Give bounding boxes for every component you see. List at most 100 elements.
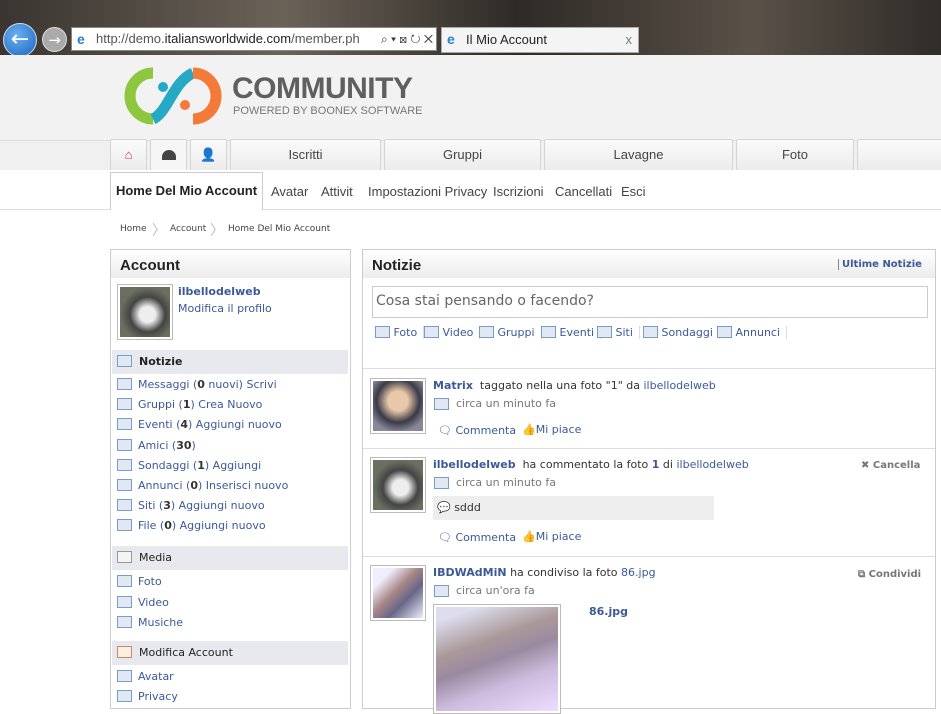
nav-lavagne[interactable]: Lavagne — [544, 139, 733, 170]
post-tool-sondaggi[interactable]: Sondaggi — [643, 326, 720, 339]
breadcrumb-home[interactable]: Home — [120, 224, 147, 234]
status-input[interactable]: Cosa stai pensando o facendo? — [372, 286, 928, 318]
feed-user-link[interactable]: ilbellodelweb — [433, 458, 516, 471]
photo-title-link[interactable]: 86.jpg — [589, 605, 628, 618]
nav-more[interactable] — [857, 139, 941, 170]
nav-dashboard[interactable] — [150, 139, 187, 171]
username-link[interactable]: ilbellodelweb — [178, 285, 261, 298]
item-count: 0 — [197, 378, 205, 391]
nav-profile[interactable]: 👤 — [190, 139, 227, 170]
like-button[interactable]: 👍Mi piace — [522, 530, 581, 543]
item-action[interactable]: Aggiungi nuovo — [192, 418, 282, 431]
nav-gruppi[interactable]: Gruppi — [384, 139, 541, 170]
post-tool-video[interactable]: Video — [424, 326, 481, 339]
back-button[interactable]: ← — [3, 23, 37, 57]
share-button[interactable]: ⧉ Condividi — [858, 569, 921, 580]
feed-target-link[interactable]: ilbellodelweb — [676, 458, 748, 471]
delete-label: Cancella — [872, 460, 921, 471]
logo-subtitle: POWERED BY BOONEX SOFTWARE — [233, 105, 423, 117]
feed-time: circa un'ora fa — [456, 584, 535, 597]
comment-button[interactable]: 🗨 Commenta — [438, 531, 516, 544]
photo-icon — [117, 575, 132, 587]
feed-avatar[interactable] — [370, 378, 426, 434]
subnav-attivita[interactable]: Attivit — [321, 184, 353, 199]
feed-target-link[interactable]: ilbellodelweb — [643, 379, 715, 392]
breadcrumb-account[interactable]: Account — [170, 224, 206, 234]
item-label[interactable]: Amici ( — [138, 439, 176, 452]
address-tools[interactable]: ⌕ ▾ ⊠ ↻ ✕ — [377, 28, 433, 50]
forward-button[interactable]: → — [42, 27, 67, 52]
post-tool-siti[interactable]: Siti — [597, 326, 640, 339]
sidebar-item-avatar[interactable]: Avatar — [117, 670, 174, 683]
nav-iscritti[interactable]: Iscritti — [230, 139, 381, 170]
item-action[interactable]: Aggiungi nuovo — [176, 519, 266, 532]
delete-button[interactable]: ✖ Cancella — [861, 460, 920, 471]
item-action[interactable]: Inserisci nuovo — [202, 479, 289, 492]
post-tool-foto[interactable]: Foto — [375, 326, 425, 339]
browser-tab[interactable]: e Il Mio Account x — [441, 27, 639, 53]
section-title: Notizie — [139, 355, 183, 368]
item-label-end[interactable]: ) — [192, 439, 196, 452]
photo-icon — [434, 398, 449, 410]
subnav-iscrizioni[interactable]: Iscrizioni — [493, 184, 544, 199]
nav-home[interactable]: ⌂ — [110, 139, 147, 170]
sidebar-item-music[interactable]: Musiche — [117, 616, 183, 629]
subnav-cancellati[interactable]: Cancellati — [555, 184, 612, 199]
feed-time: circa un minuto fa — [456, 476, 556, 489]
post-tool-label: Video — [442, 326, 474, 339]
tab-title: Il Mio Account — [466, 32, 547, 47]
feed-user-link[interactable]: Matrix — [433, 379, 473, 392]
item-action[interactable]: Crea Nuovo — [195, 398, 262, 411]
nav-foto[interactable]: Foto — [736, 139, 854, 170]
url-domain: italiansworldwide.com — [164, 31, 292, 46]
post-tool-gruppi[interactable]: Gruppi — [479, 326, 542, 339]
item-action[interactable]: Scrivi — [243, 378, 276, 391]
sidebar-item-privacy[interactable]: Privacy — [117, 690, 178, 703]
subnav-esci[interactable]: Esci — [621, 184, 646, 199]
subnav-avatar[interactable]: Avatar — [271, 184, 308, 199]
feed-avatar[interactable] — [370, 565, 426, 621]
feed-time: circa un minuto fa — [456, 397, 556, 410]
like-button[interactable]: 👍Mi piace — [522, 423, 581, 436]
item-label: Avatar — [138, 670, 174, 683]
subnav-home-account[interactable]: Home Del Mio Account — [110, 172, 263, 210]
item-label: Video — [138, 595, 169, 609]
comment-button[interactable]: 🗨 Commenta — [438, 424, 516, 437]
item-label[interactable]: Sondaggi ( — [138, 459, 197, 472]
user-avatar[interactable] — [117, 284, 173, 340]
sites-icon — [117, 499, 132, 512]
sidebar-item-photo[interactable]: Foto — [117, 575, 162, 588]
item-label[interactable]: File ( — [138, 519, 164, 532]
post-tool-label: Sondaggi — [661, 326, 713, 339]
sondaggi-icon — [643, 326, 658, 338]
gruppi-icon — [479, 326, 494, 338]
comment-icon: 🗨 — [438, 424, 452, 437]
item-action[interactable]: Aggiungi nuovo — [175, 499, 265, 512]
feed-user-link[interactable]: IBDWAdMiN — [433, 566, 507, 579]
shared-photo[interactable] — [433, 604, 561, 714]
post-tool-eventi[interactable]: Eventi — [541, 326, 602, 339]
feed-target-link[interactable]: 86.jpg — [621, 566, 656, 579]
item-label[interactable]: Gruppi ( — [138, 398, 183, 411]
sidebar-item-video[interactable]: Video — [117, 595, 169, 609]
section-title: Modifica Account — [139, 646, 233, 659]
item-label[interactable]: Siti ( — [138, 499, 163, 512]
tab-close-icon[interactable]: x — [626, 28, 633, 52]
item-label[interactable]: Eventi ( — [138, 418, 180, 431]
edit-profile-link[interactable]: Modifica il profilo — [178, 302, 272, 315]
item-label-end[interactable]: nuovi) — [205, 378, 243, 391]
item-label[interactable]: Annunci ( — [138, 479, 190, 492]
item-label[interactable]: Messaggi ( — [138, 378, 197, 391]
feed-avatar[interactable] — [370, 457, 426, 513]
subnav-privacy[interactable]: Impostazioni Privacy — [368, 184, 487, 199]
item-action[interactable]: Aggiungi — [209, 459, 262, 472]
latest-news-link[interactable]: Ultime Notizie — [838, 259, 922, 270]
eventi-icon — [541, 326, 556, 338]
post-tool-label: Annunci — [735, 326, 781, 339]
home-icon: ⌂ — [124, 147, 133, 162]
sidebar-item-sites: Siti (3) Aggiungi nuovo — [117, 499, 265, 512]
address-bar[interactable]: e http://demo.italiansworldwide.com/membe… — [71, 27, 437, 51]
post-tool-annunci[interactable]: Annunci — [717, 326, 788, 339]
comment-label: Commenta — [455, 531, 517, 544]
post-tool-label: Foto — [393, 326, 418, 339]
